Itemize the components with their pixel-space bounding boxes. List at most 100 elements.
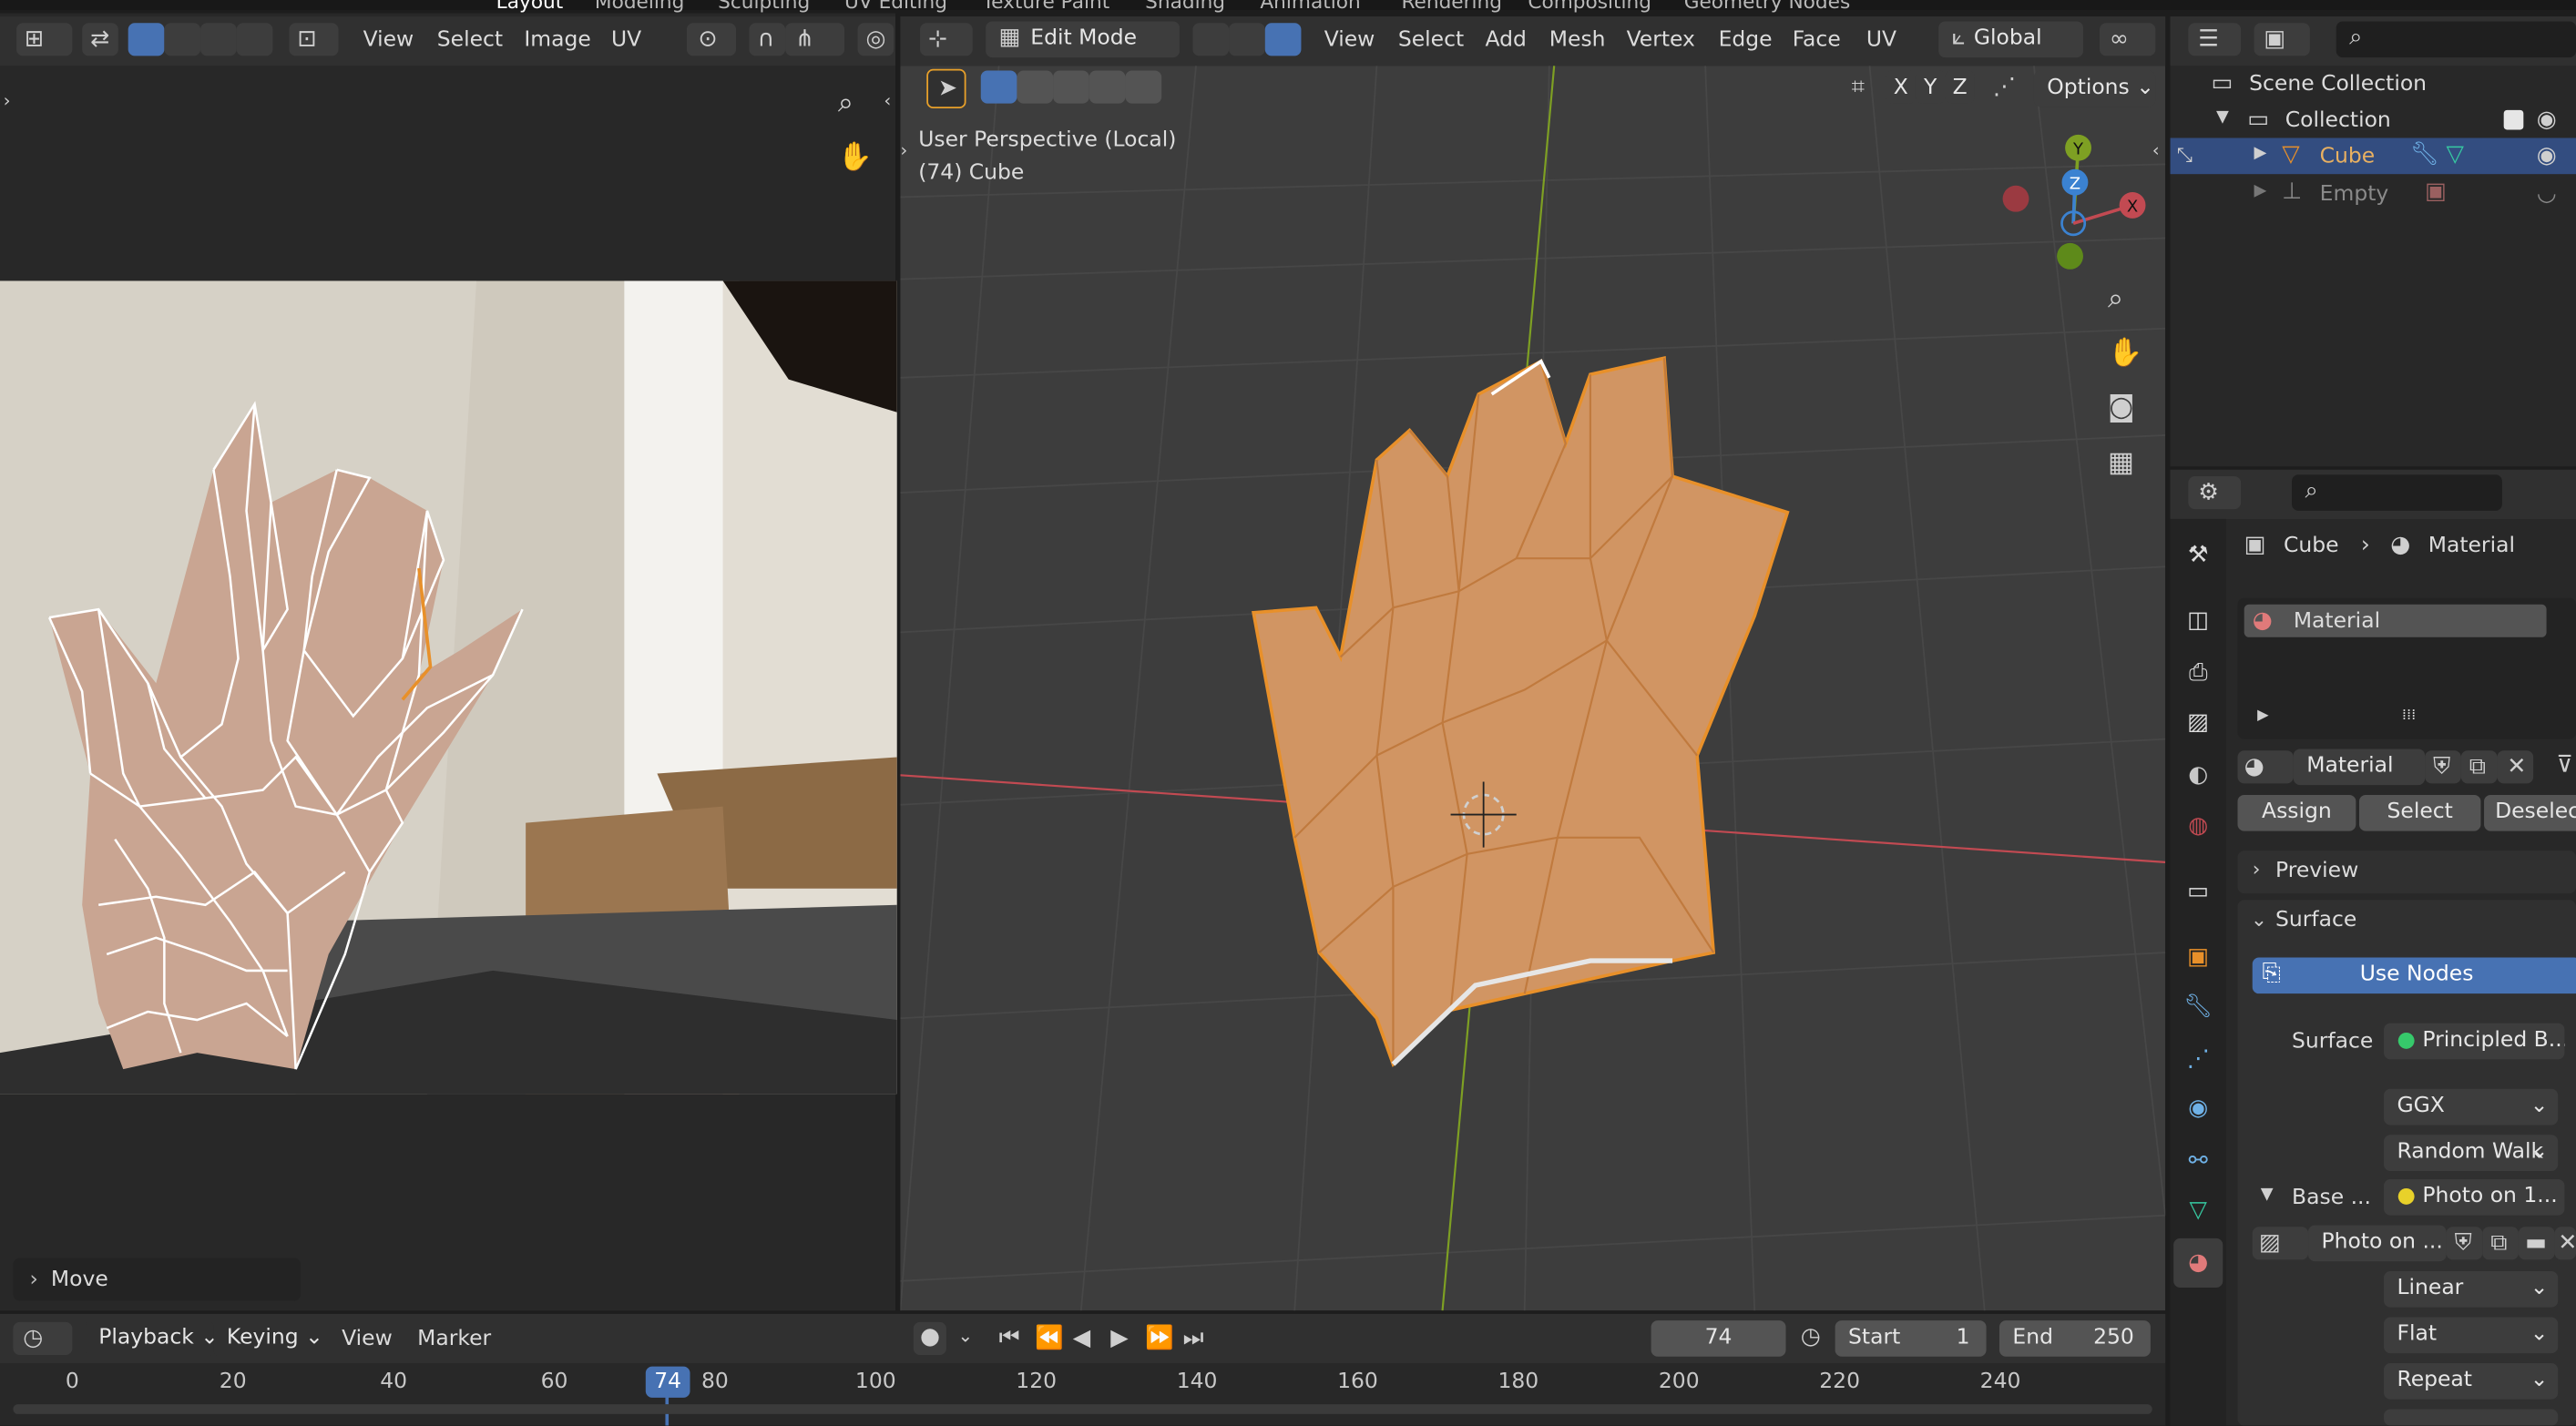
display-mode-button[interactable]: ▣ — [2254, 23, 2310, 56]
scene-collection-label[interactable]: Scene Collection — [2249, 72, 2427, 97]
record-button[interactable]: ● — [913, 1321, 946, 1355]
auto-merge-icon[interactable]: ⋰ — [1993, 76, 2016, 98]
duplicate-material-button[interactable]: ⧉ — [2460, 750, 2498, 784]
proportional-edit-button[interactable]: ◎ — [857, 23, 894, 56]
tab-layout[interactable]: Layout — [496, 0, 564, 13]
slot-list-resize-icon[interactable]: ⁞⁞⁞ — [2402, 708, 2416, 724]
select-intersect-button[interactable] — [1125, 70, 1162, 104]
collection-label[interactable]: Collection — [2285, 108, 2391, 133]
properties-editor-type[interactable]: ⚙ — [2188, 476, 2242, 510]
collection-include-checkbox[interactable] — [2503, 109, 2524, 130]
timeline-menu-marker[interactable]: Marker — [417, 1327, 491, 1351]
view-layer-tab-icon[interactable]: ▨ — [2183, 708, 2213, 737]
current-frame-field[interactable]: 74 — [1651, 1320, 1786, 1357]
viewport-zoom-icon[interactable]: ⌕ — [2108, 285, 2123, 314]
pivot-button[interactable]: ⊙ — [686, 23, 737, 56]
properties-search[interactable]: ⌕ — [2292, 474, 2502, 511]
select-tool-button[interactable]: ➤ — [926, 68, 966, 109]
empty-hidden-icon[interactable]: ◡ — [2537, 182, 2557, 205]
outliner-search[interactable]: ⌕ — [2336, 21, 2576, 58]
output-tab-icon[interactable]: ⎙ — [2183, 658, 2213, 688]
select-new-button[interactable] — [980, 70, 1017, 104]
mirror-y-toggle[interactable]: Y — [1915, 70, 1946, 104]
unlink-material-button[interactable]: ✕ — [2497, 750, 2534, 784]
slot-list-expand-icon[interactable]: ▶ — [2257, 708, 2268, 724]
vertex-mode-button[interactable] — [1192, 23, 1230, 56]
vp-menu-add[interactable]: Add — [1485, 28, 1526, 53]
editor-type-button[interactable]: ⊞ — [16, 23, 73, 56]
collection-collapse-icon[interactable]: ▼ — [2216, 109, 2229, 127]
select-difference-button[interactable] — [1089, 70, 1126, 104]
timeline-scrollbar[interactable] — [13, 1404, 2152, 1414]
tab-texture-paint[interactable]: Texture Paint — [983, 0, 1110, 13]
source-dropdown-partial[interactable] — [2384, 1409, 2559, 1426]
sidebar-expand-icon[interactable]: ‹ — [2152, 141, 2160, 159]
edge-mode-button[interactable] — [1229, 23, 1265, 56]
record-options-chevron-icon[interactable]: ⌄ — [957, 1327, 973, 1345]
pivot-point-button[interactable]: ∞ — [2100, 23, 2156, 56]
image-open-button[interactable]: ▬ — [2518, 1227, 2555, 1260]
face-select-button[interactable] — [200, 23, 237, 56]
tab-geometry-nodes[interactable]: Geometry Nodes — [1684, 0, 1851, 13]
select-extend-button[interactable] — [1017, 70, 1054, 104]
vp-menu-select[interactable]: Select — [1398, 28, 1464, 53]
start-frame-field[interactable]: Start 1 — [1835, 1320, 1987, 1357]
snap-toggle[interactable]: ∩ — [749, 23, 786, 56]
viewport-editor-type[interactable]: ⊹ — [920, 23, 973, 56]
modifier-tab-icon[interactable]: 🔧︎ — [2183, 992, 2213, 1021]
tab-uv-editing[interactable]: UV Editing — [844, 0, 947, 13]
extension-dropdown[interactable]: Repeat ⌄ — [2384, 1362, 2559, 1400]
next-keyframe-icon[interactable]: ⏩ — [1145, 1327, 1173, 1350]
tool-tab-icon[interactable]: ⚒ — [2183, 540, 2213, 569]
orientation-dropdown[interactable]: ⟀ Global — [1938, 21, 2083, 58]
play-icon[interactable]: ▶ — [1110, 1327, 1128, 1350]
menu-image[interactable]: Image — [524, 28, 590, 53]
tab-animation[interactable]: Animation — [1260, 0, 1360, 13]
material-browse-button[interactable]: ◕ — [2237, 750, 2294, 784]
tab-shading[interactable]: Shading — [1145, 0, 1225, 13]
outliner-editor-type[interactable]: ☰ — [2188, 23, 2242, 56]
island-select-button[interactable] — [236, 23, 273, 56]
edit-mode-toggle-icon[interactable]: ⤡ — [2177, 145, 2193, 165]
play-reverse-icon[interactable]: ◀ — [1073, 1327, 1090, 1350]
tab-rendering[interactable]: Rendering — [1401, 0, 1502, 13]
select-subtract-button[interactable] — [1053, 70, 1089, 104]
playback-menu[interactable]: Playback ⌄ — [85, 1320, 214, 1357]
viewport-pan-icon[interactable]: ✋ — [2108, 339, 2142, 368]
end-frame-field[interactable]: End 250 — [1998, 1320, 2151, 1357]
timeline-menu-view[interactable]: View — [342, 1327, 393, 1351]
toolbar-collapse-icon[interactable]: › — [900, 141, 907, 159]
tab-compositing[interactable]: Compositing — [1528, 0, 1651, 13]
mode-dropdown[interactable]: ▦ Edit Mode — [986, 21, 1180, 58]
preview-range-icon[interactable]: ◷ — [1801, 1326, 1821, 1349]
keying-menu[interactable]: Keying ⌄ — [213, 1320, 329, 1357]
projection-dropdown[interactable]: Flat ⌄ — [2384, 1317, 2559, 1354]
outliner-cube-label[interactable]: Cube — [2320, 145, 2376, 169]
scene-tab-icon[interactable]: ◐ — [2183, 760, 2213, 789]
menu-uv[interactable]: UV — [611, 28, 641, 53]
cube-expand-icon[interactable]: ▶ — [2254, 146, 2267, 163]
image-new-button[interactable]: ⧉ — [2482, 1227, 2519, 1260]
filter-icon[interactable]: ⊽ — [2556, 754, 2572, 777]
particles-tab-icon[interactable]: ⋰ — [2183, 1044, 2213, 1074]
vp-menu-mesh[interactable]: Mesh — [1549, 28, 1606, 53]
base-color-collapse-icon[interactable]: ▼ — [2261, 1187, 2274, 1204]
material-slot-row[interactable] — [2244, 604, 2547, 637]
physics-tab-icon[interactable]: ◉ — [2183, 1094, 2213, 1123]
use-nodes-button[interactable]: ⎘ Use Nodes — [2252, 957, 2576, 994]
prev-keyframe-icon[interactable]: ⏪ — [1035, 1327, 1063, 1350]
image-fake-user-button[interactable]: ⛨ — [2446, 1227, 2483, 1260]
navigation-gizmo[interactable]: Y Z X — [1988, 131, 2152, 279]
ortho-grid-icon[interactable]: ▦ — [2108, 449, 2134, 478]
vp-menu-uv[interactable]: UV — [1866, 28, 1896, 53]
jump-end-icon[interactable]: ⏭ — [1183, 1327, 1204, 1350]
mirror-icon[interactable]: ⌗ — [1852, 76, 1865, 98]
collection-tab-icon[interactable]: ▭ — [2183, 877, 2213, 906]
object-tab-icon[interactable]: ▣ — [2183, 942, 2213, 972]
uv-image-canvas[interactable] — [0, 280, 897, 1095]
menu-select[interactable]: Select — [437, 28, 503, 53]
options-dropdown[interactable]: Options ⌄ — [2033, 70, 2156, 107]
assign-button[interactable]: Assign — [2237, 794, 2356, 831]
vp-menu-edge[interactable]: Edge — [1719, 28, 1773, 53]
fake-user-button[interactable]: ⛨ — [2425, 750, 2461, 784]
